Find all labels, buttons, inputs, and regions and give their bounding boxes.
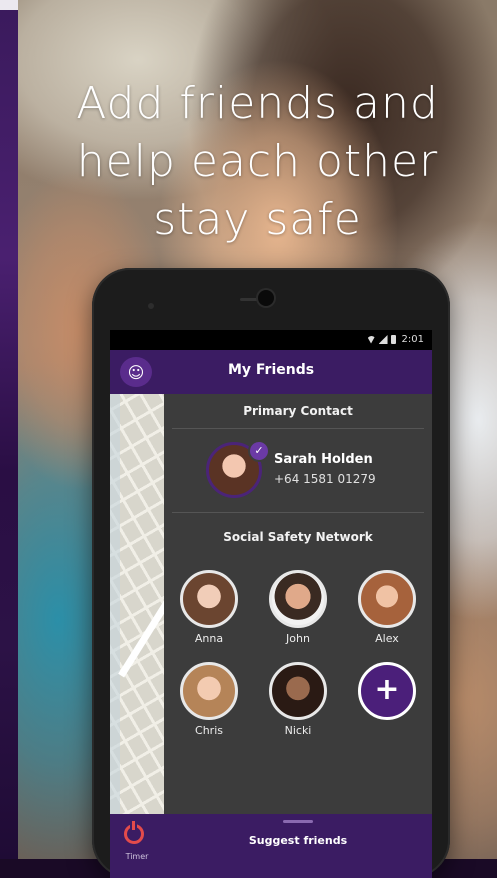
phone-frame: 2:01 ☺ My Friends Timer Primary Contact … — [92, 268, 450, 878]
headline-line-2: help each other — [76, 136, 439, 187]
divider — [172, 512, 424, 513]
status-icons: 2:01 — [366, 334, 424, 345]
check-badge-icon: ✓ — [248, 440, 270, 462]
primary-contact-heading: Primary Contact — [243, 404, 353, 418]
app-bar: ☺ My Friends — [110, 350, 432, 394]
headline-line-3: stay safe — [153, 194, 362, 245]
friend-item[interactable]: Nicki — [265, 662, 331, 737]
timer-nav-item[interactable]: Timer — [110, 814, 164, 878]
friend-name: John — [286, 632, 310, 645]
friend-item[interactable]: Chris — [176, 662, 242, 737]
friend-avatar — [180, 662, 238, 720]
phone-screen: 2:01 ☺ My Friends Timer Primary Contact … — [110, 330, 432, 878]
primary-contact-phone: +64 1581 01279 — [274, 472, 376, 486]
headline-line-1: Add friends and — [76, 78, 439, 129]
left-edge-strip — [0, 0, 18, 859]
suggest-friends-bar[interactable]: Suggest friends — [164, 814, 432, 878]
friend-name: Anna — [194, 632, 224, 645]
add-friend-button[interactable]: + — [358, 662, 416, 720]
friend-avatar — [269, 570, 327, 628]
friend-name: Alex — [375, 632, 399, 645]
network-heading: Social Safety Network — [223, 530, 373, 544]
primary-contact-name[interactable]: Sarah Holden — [274, 452, 373, 467]
status-bar: 2:01 — [110, 330, 432, 350]
front-camera-icon — [258, 290, 274, 306]
divider — [172, 428, 424, 429]
battery-icon — [390, 335, 396, 344]
wifi-icon — [366, 335, 376, 344]
map-road — [118, 597, 164, 678]
friend-name: Chris — [195, 724, 223, 737]
power-icon — [124, 821, 144, 844]
drag-handle[interactable] — [283, 820, 313, 823]
friend-name: Nicki — [284, 724, 312, 737]
friend-item[interactable]: Alex — [354, 570, 420, 645]
add-friend-item[interactable]: + — [354, 662, 420, 720]
friend-item[interactable]: Anna — [176, 570, 242, 645]
map-water — [110, 394, 120, 814]
friend-avatar — [358, 570, 416, 628]
friends-content: Primary Contact ✓ Sarah Holden +64 1581 … — [164, 394, 432, 814]
friend-item[interactable]: John — [265, 570, 331, 645]
friend-avatar — [180, 570, 238, 628]
phone-sensor — [148, 303, 154, 309]
friend-avatar — [269, 662, 327, 720]
timer-label: Timer — [125, 852, 149, 861]
status-time: 2:01 — [401, 334, 424, 345]
page-title: My Friends — [227, 362, 315, 378]
map-panel[interactable] — [110, 394, 164, 814]
suggest-friends-label: Suggest friends — [248, 834, 348, 847]
promo-headline: Add friends and help each other stay saf… — [18, 75, 497, 249]
signal-icon — [378, 335, 388, 344]
